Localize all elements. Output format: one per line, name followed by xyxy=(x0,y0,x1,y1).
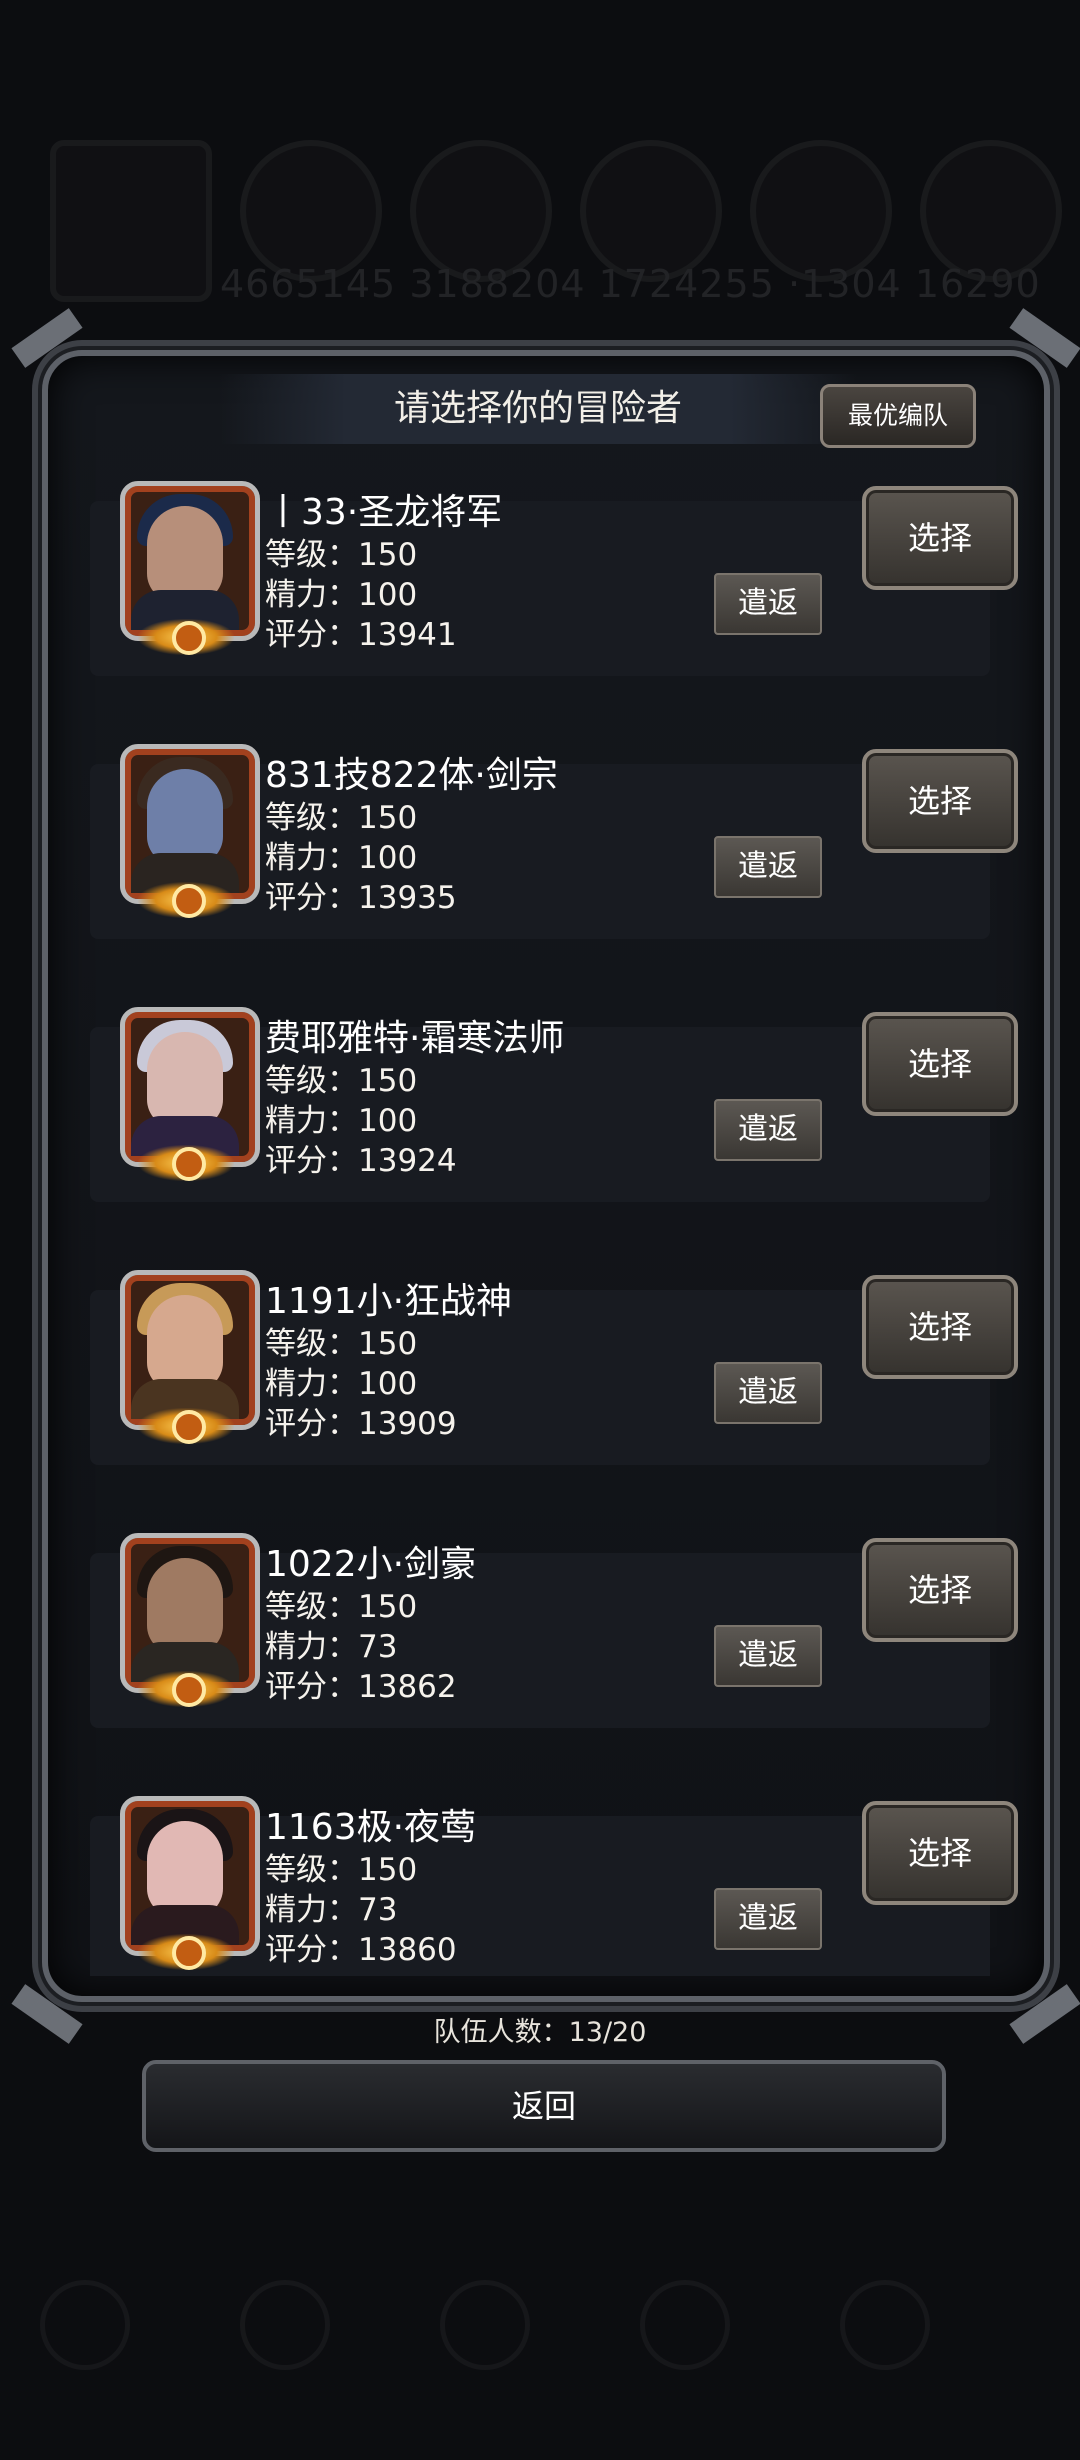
adventurer-level: 等级：150 xyxy=(265,1063,418,1099)
portrait-face xyxy=(147,1032,223,1128)
adventurer-energy: 精力：73 xyxy=(265,1629,398,1665)
select-button[interactable]: 选择 xyxy=(862,1012,1018,1116)
adventurer-card: 831技822体·剑宗 等级：150 精力：100 评分：13935 遣返 选择 xyxy=(90,744,1018,939)
background-slot xyxy=(750,140,892,282)
select-button[interactable]: 选择 xyxy=(862,1801,1018,1905)
dialog-title: 请选择你的冒险者 xyxy=(218,374,858,444)
portrait-face xyxy=(147,1821,223,1917)
portrait-face xyxy=(147,769,223,865)
adventurer-name: 丨33·圣龙将军 xyxy=(265,492,503,533)
dismiss-button[interactable]: 遣返 xyxy=(714,1099,822,1161)
adventurer-energy: 精力：73 xyxy=(265,1892,398,1928)
adventurer-portrait[interactable] xyxy=(120,1007,260,1167)
portrait-face xyxy=(147,1295,223,1391)
background-dot xyxy=(240,2280,330,2370)
adventurer-portrait[interactable] xyxy=(120,1796,260,1956)
rank-emblem-icon xyxy=(138,1671,234,1707)
adventurer-score: 评分：13941 xyxy=(265,617,457,653)
background-numbers: 4665145 3188204 1724255 ·1304 16290 xyxy=(220,262,1041,306)
dismiss-button[interactable]: 遣返 xyxy=(714,573,822,635)
emblem-ring xyxy=(172,884,206,918)
dismiss-button[interactable]: 遣返 xyxy=(714,1888,822,1950)
adventurer-energy: 精力：100 xyxy=(265,577,418,613)
adventurer-card: 1163极·夜莺 等级：150 精力：73 评分：13860 遣返 选择 xyxy=(90,1796,1018,1976)
portrait-face xyxy=(147,1558,223,1654)
adventurer-name: 1191小·狂战神 xyxy=(265,1281,513,1322)
adventurer-score: 评分：13909 xyxy=(265,1406,457,1442)
adventurer-name: 费耶雅特·霜寒法师 xyxy=(265,1018,565,1059)
adventurer-portrait[interactable] xyxy=(120,1533,260,1693)
best-team-button[interactable]: 最优编队 xyxy=(820,384,976,448)
adventurer-level: 等级：150 xyxy=(265,537,418,573)
background-avatar-slot xyxy=(50,140,212,302)
select-button[interactable]: 选择 xyxy=(862,486,1018,590)
adventurer-card: 丨33·圣龙将军 等级：150 精力：100 评分：13941 遣返 选择 xyxy=(90,481,1018,676)
adventurer-score: 评分：13924 xyxy=(265,1143,457,1179)
rank-emblem-icon xyxy=(138,619,234,655)
background-bottom-hud xyxy=(0,2180,1080,2460)
adventurer-portrait[interactable] xyxy=(120,744,260,904)
adventurer-energy: 精力：100 xyxy=(265,1103,418,1139)
background-slot xyxy=(580,140,722,282)
emblem-ring xyxy=(172,1410,206,1444)
team-count: 队伍人数：13/20 xyxy=(433,2017,647,2048)
background-hud: 4665145 3188204 1724255 ·1304 16290 xyxy=(0,0,1080,330)
emblem-ring xyxy=(172,1673,206,1707)
rank-emblem-icon xyxy=(138,1934,234,1970)
background-dot xyxy=(640,2280,730,2370)
background-dot xyxy=(40,2280,130,2370)
select-button[interactable]: 选择 xyxy=(862,749,1018,853)
rank-emblem-icon xyxy=(138,1408,234,1444)
adventurer-portrait[interactable] xyxy=(120,1270,260,1430)
adventurer-select-dialog: 请选择你的冒险者 最优编队 丨33·圣龙将军 等级：150 精力：100 评分：… xyxy=(11,308,1080,2044)
adventurer-name: 1022小·剑豪 xyxy=(265,1544,477,1585)
adventurer-score: 评分：13935 xyxy=(265,880,457,916)
background-dot xyxy=(840,2280,930,2370)
adventurer-score: 评分：13860 xyxy=(265,1932,457,1968)
dismiss-button[interactable]: 遣返 xyxy=(714,836,822,898)
portrait-face xyxy=(147,506,223,602)
adventurer-level: 等级：150 xyxy=(265,800,418,836)
rank-emblem-icon xyxy=(138,1145,234,1181)
adventurer-level: 等级：150 xyxy=(265,1852,418,1888)
select-button[interactable]: 选择 xyxy=(862,1538,1018,1642)
emblem-ring xyxy=(172,621,206,655)
background-slot xyxy=(240,140,382,282)
adventurer-level: 等级：150 xyxy=(265,1326,418,1362)
dismiss-button[interactable]: 遣返 xyxy=(714,1362,822,1424)
adventurer-energy: 精力：100 xyxy=(265,1366,418,1402)
adventurer-score: 评分：13862 xyxy=(265,1669,457,1705)
adventurer-list[interactable]: 丨33·圣龙将军 等级：150 精力：100 评分：13941 遣返 选择 83… xyxy=(48,451,1044,1976)
select-button[interactable]: 选择 xyxy=(862,1275,1018,1379)
rank-emblem-icon xyxy=(138,882,234,918)
background-slot xyxy=(920,140,1062,282)
emblem-ring xyxy=(172,1936,206,1970)
adventurer-energy: 精力：100 xyxy=(265,840,418,876)
adventurer-card: 1191小·狂战神 等级：150 精力：100 评分：13909 遣返 选择 xyxy=(90,1270,1018,1465)
background-slot xyxy=(410,140,552,282)
adventurer-card: 1022小·剑豪 等级：150 精力：73 评分：13862 遣返 选择 xyxy=(90,1533,1018,1728)
adventurer-card: 费耶雅特·霜寒法师 等级：150 精力：100 评分：13924 遣返 选择 xyxy=(90,1007,1018,1202)
adventurer-portrait[interactable] xyxy=(120,481,260,641)
back-button[interactable]: 返回 xyxy=(142,2060,946,2152)
emblem-ring xyxy=(172,1147,206,1181)
adventurer-name: 831技822体·剑宗 xyxy=(265,755,558,796)
adventurer-level: 等级：150 xyxy=(265,1589,418,1625)
background-dot xyxy=(440,2280,530,2370)
adventurer-name: 1163极·夜莺 xyxy=(265,1807,477,1848)
dismiss-button[interactable]: 遣返 xyxy=(714,1625,822,1687)
